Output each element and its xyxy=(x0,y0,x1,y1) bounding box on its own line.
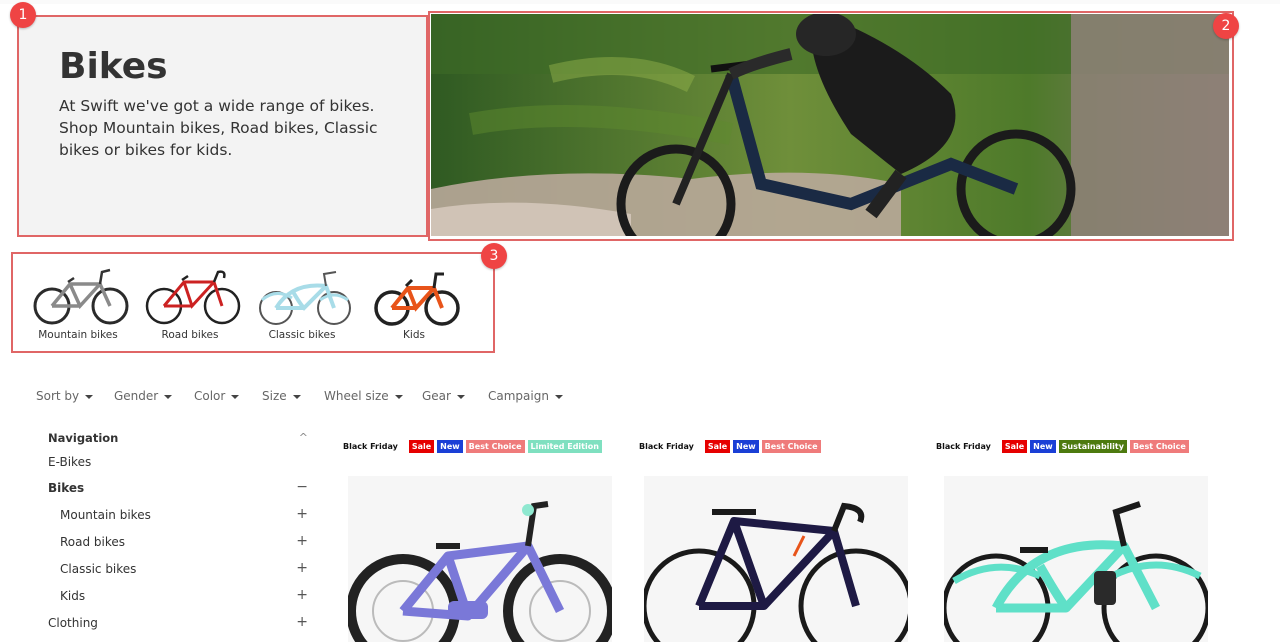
tag-black-friday: Black Friday xyxy=(343,442,398,451)
kids-bike-icon xyxy=(374,272,460,326)
sidebar-item-mountain-bikes[interactable]: Mountain bikes + xyxy=(48,505,310,525)
plus-icon: + xyxy=(296,614,308,630)
category-road-bikes[interactable]: Road bikes xyxy=(134,252,246,352)
product-image[interactable] xyxy=(944,476,1208,642)
product-image[interactable] xyxy=(644,476,908,642)
caret-down-icon xyxy=(292,394,301,399)
product-tags: Black Friday Sale New Best Choice Limited Ed… xyxy=(343,436,605,453)
annotation-badge-1: 1 xyxy=(10,2,36,28)
kids-bike-product-image xyxy=(348,501,612,642)
tag-sale: Sale xyxy=(408,440,435,453)
sidebar-item-e-bikes[interactable]: E-Bikes xyxy=(48,452,310,472)
annotation-badge-2: 2 xyxy=(1213,13,1239,39)
plus-icon: + xyxy=(296,506,308,522)
top-bar-strip xyxy=(0,0,1280,4)
filter-wheel-size[interactable]: Wheel size xyxy=(324,389,403,403)
tag-sale: Sale xyxy=(1001,440,1028,453)
classic-bike-icon xyxy=(259,271,351,325)
hero-image xyxy=(431,14,1229,236)
category-mountain-bikes[interactable]: Mountain bikes xyxy=(22,252,134,352)
classic-bike-product-image xyxy=(944,501,1208,642)
page-title: Bikes xyxy=(59,46,168,87)
tag-new: New xyxy=(733,440,759,453)
mountain-bike-icon xyxy=(33,268,129,325)
sidebar-heading[interactable]: Navigation ^ xyxy=(48,428,310,448)
minus-icon: − xyxy=(296,479,308,495)
tag-best-choice: Best Choice xyxy=(1129,440,1189,453)
product-card[interactable]: Black Friday Sale New Best Choice xyxy=(639,436,909,642)
filter-gear[interactable]: Gear xyxy=(422,389,465,403)
caret-down-icon xyxy=(85,394,94,399)
filter-size[interactable]: Size xyxy=(262,389,301,403)
filter-campaign[interactable]: Campaign xyxy=(488,389,563,403)
sidebar-item-kids[interactable]: Kids + xyxy=(48,586,310,606)
product-image[interactable] xyxy=(348,476,612,642)
hero-description: At Swift we've got a wide range of bikes… xyxy=(59,97,378,159)
category-label: Road bikes xyxy=(161,329,219,341)
category-label: Mountain bikes xyxy=(38,329,118,341)
plus-icon: + xyxy=(296,560,308,576)
tag-new: New xyxy=(437,440,463,453)
tag-black-friday: Black Friday xyxy=(639,442,694,451)
product-card[interactable]: Black Friday Sale New Best Choice Limited Ed… xyxy=(343,436,613,642)
caret-down-icon xyxy=(554,394,563,399)
annotation-badge-3: 3 xyxy=(481,243,507,269)
product-card[interactable]: Black Friday Sale New Sustainability Best Ch… xyxy=(936,436,1208,642)
tag-black-friday: Black Friday xyxy=(936,442,991,451)
tag-new: New xyxy=(1030,440,1056,453)
caret-down-icon xyxy=(164,394,173,399)
category-label: Kids xyxy=(403,329,425,341)
tag-sale: Sale xyxy=(704,440,731,453)
tag-best-choice: Best Choice xyxy=(465,440,525,453)
filter-sort-by[interactable]: Sort by xyxy=(36,389,94,403)
category-label: Classic bikes xyxy=(268,329,336,341)
caret-down-icon xyxy=(456,394,465,399)
category-classic-bikes[interactable]: Classic bikes xyxy=(246,252,358,352)
road-bike-product-image xyxy=(644,502,908,642)
product-tags: Black Friday Sale New Best Choice xyxy=(639,436,824,453)
hero-text-panel: Bikes At Swift we've got a wide range of… xyxy=(18,15,427,235)
collapse-icon: ^ xyxy=(298,431,308,444)
plus-icon: + xyxy=(296,587,308,603)
tag-limited-edition: Limited Edition xyxy=(527,440,602,453)
category-kids[interactable]: Kids xyxy=(358,252,470,352)
tag-sustainability: Sustainability xyxy=(1058,440,1127,453)
caret-down-icon xyxy=(231,394,240,399)
sidebar-item-road-bikes[interactable]: Road bikes + xyxy=(48,532,310,552)
category-tiles: Mountain bikes Road bikes Classic bikes … xyxy=(12,252,494,352)
filter-color[interactable]: Color xyxy=(194,389,240,403)
plus-icon: + xyxy=(296,533,308,549)
tag-best-choice: Best Choice xyxy=(761,440,821,453)
sidebar-item-clothing[interactable]: Clothing + xyxy=(48,613,310,633)
product-tags: Black Friday Sale New Sustainability Best Ch… xyxy=(936,436,1192,453)
road-bike-icon xyxy=(145,270,241,325)
sidebar-navigation: Navigation ^ E-Bikes Bikes − Mountain bi… xyxy=(48,428,310,642)
sidebar-item-bikes[interactable]: Bikes − xyxy=(48,478,310,498)
sidebar-item-classic-bikes[interactable]: Classic bikes + xyxy=(48,559,310,579)
caret-down-icon xyxy=(394,394,403,399)
filter-gender[interactable]: Gender xyxy=(114,389,173,403)
